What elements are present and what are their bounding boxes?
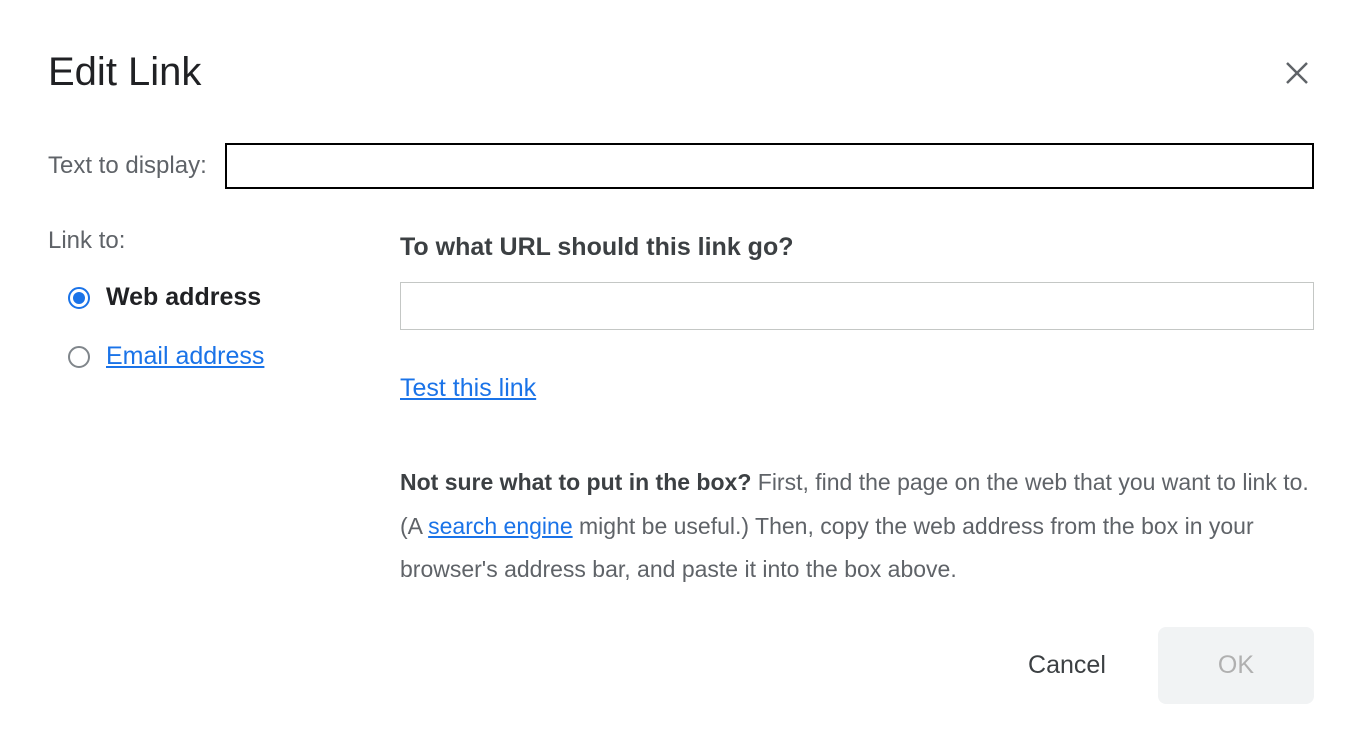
text-to-display-input[interactable] [225,143,1314,189]
text-to-display-row: Text to display: [48,143,1314,189]
main-content: Link to: Web address Email address To wh… [48,227,1314,592]
url-input[interactable] [400,282,1314,330]
close-icon [1282,58,1312,88]
text-to-display-label: Text to display: [48,152,207,180]
ok-button[interactable]: OK [1158,627,1314,704]
test-this-link[interactable]: Test this link [400,374,536,403]
link-to-column: Link to: Web address Email address [48,227,400,592]
search-engine-link[interactable]: search engine [428,513,573,539]
radio-icon-unselected [68,346,90,368]
radio-web-address[interactable]: Web address [68,283,400,312]
dialog-footer: Cancel OK [1024,627,1314,704]
link-to-label: Link to: [48,227,400,255]
radio-email-address[interactable]: Email address [68,342,400,371]
url-column: To what URL should this link go? Test th… [400,227,1314,592]
url-question-label: To what URL should this link go? [400,233,1314,262]
radio-icon-selected [68,287,90,309]
help-bold-text: Not sure what to put in the box? [400,469,751,495]
radio-label-email-address: Email address [106,342,264,371]
dialog-header: Edit Link [48,50,1314,95]
close-button[interactable] [1280,56,1314,90]
edit-link-dialog: Edit Link Text to display: Link to: Web … [0,0,1362,632]
cancel-button[interactable]: Cancel [1024,643,1110,688]
help-text: Not sure what to put in the box? First, … [400,461,1314,592]
dialog-title: Edit Link [48,50,201,95]
radio-label-web-address: Web address [106,283,261,312]
